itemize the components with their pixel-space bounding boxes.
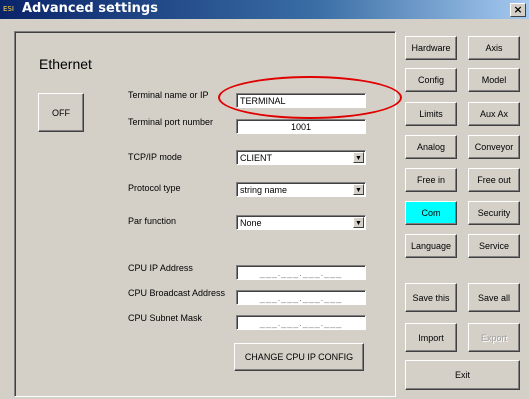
tab-auxax[interactable]: Aux Ax	[468, 102, 520, 126]
cpu-subnet-label: CPU Subnet Mask	[128, 313, 203, 323]
chevron-down-icon[interactable]: ▼	[353, 184, 364, 195]
change-cpu-ip-button[interactable]: CHANGE CPU IP CONFIG	[234, 343, 364, 371]
save-all-button[interactable]: Save all	[468, 283, 520, 312]
tab-limits[interactable]: Limits	[405, 102, 457, 126]
dialog-body: Ethernet OFF Terminal name or IP TERMINA…	[0, 19, 529, 399]
chevron-down-icon[interactable]: ▼	[353, 217, 364, 228]
app-icon: ESI	[3, 5, 14, 13]
tcpip-mode-value: CLIENT	[240, 153, 273, 163]
terminal-name-label: Terminal name or IP	[128, 90, 209, 100]
tab-language[interactable]: Language	[405, 234, 457, 258]
protocol-type-select[interactable]: string name ▼	[236, 182, 366, 197]
close-button[interactable]: ×	[510, 3, 526, 17]
protocol-type-value: string name	[240, 185, 288, 195]
export-button: Export	[468, 323, 520, 352]
tab-security[interactable]: Security	[468, 201, 520, 225]
cpu-ip-input[interactable]: ___.___.___.___	[236, 265, 366, 280]
par-function-value: None	[240, 218, 262, 228]
highlight-ellipse	[218, 76, 402, 119]
port-input[interactable]: 1001	[236, 119, 366, 134]
tab-free-in[interactable]: Free in	[405, 168, 457, 192]
tab-analog[interactable]: Analog	[405, 135, 457, 159]
cpu-broadcast-input[interactable]: ___.___.___.___	[236, 290, 366, 305]
par-function-select[interactable]: None ▼	[236, 215, 366, 230]
tab-hardware[interactable]: Hardware	[405, 36, 457, 60]
exit-button[interactable]: Exit	[405, 360, 520, 390]
tab-free-out[interactable]: Free out	[468, 168, 520, 192]
cpu-ip-label: CPU IP Address	[128, 263, 193, 273]
tcpip-mode-select[interactable]: CLIENT ▼	[236, 150, 366, 165]
par-function-label: Par function	[128, 216, 177, 226]
tab-conveyor[interactable]: Conveyor	[468, 135, 520, 159]
cpu-subnet-input[interactable]: ___.___.___.___	[236, 315, 366, 330]
port-label: Terminal port number	[128, 117, 214, 127]
section-title: Ethernet	[39, 56, 92, 72]
cpu-broadcast-label: CPU Broadcast Address	[128, 288, 226, 298]
off-button[interactable]: OFF	[38, 93, 84, 132]
tab-config[interactable]: Config	[405, 68, 457, 92]
save-this-button[interactable]: Save this	[405, 283, 457, 312]
tab-com[interactable]: Com	[405, 201, 457, 225]
window-title: Advanced settings	[22, 1, 158, 16]
import-button[interactable]: Import	[405, 323, 457, 352]
protocol-type-label: Protocol type	[128, 183, 181, 193]
tab-service[interactable]: Service	[468, 234, 520, 258]
tab-axis[interactable]: Axis	[468, 36, 520, 60]
chevron-down-icon[interactable]: ▼	[353, 152, 364, 163]
title-bar: ESI Advanced settings ×	[0, 0, 529, 19]
tab-model[interactable]: Model	[468, 68, 520, 92]
tcpip-mode-label: TCP/IP mode	[128, 152, 182, 162]
